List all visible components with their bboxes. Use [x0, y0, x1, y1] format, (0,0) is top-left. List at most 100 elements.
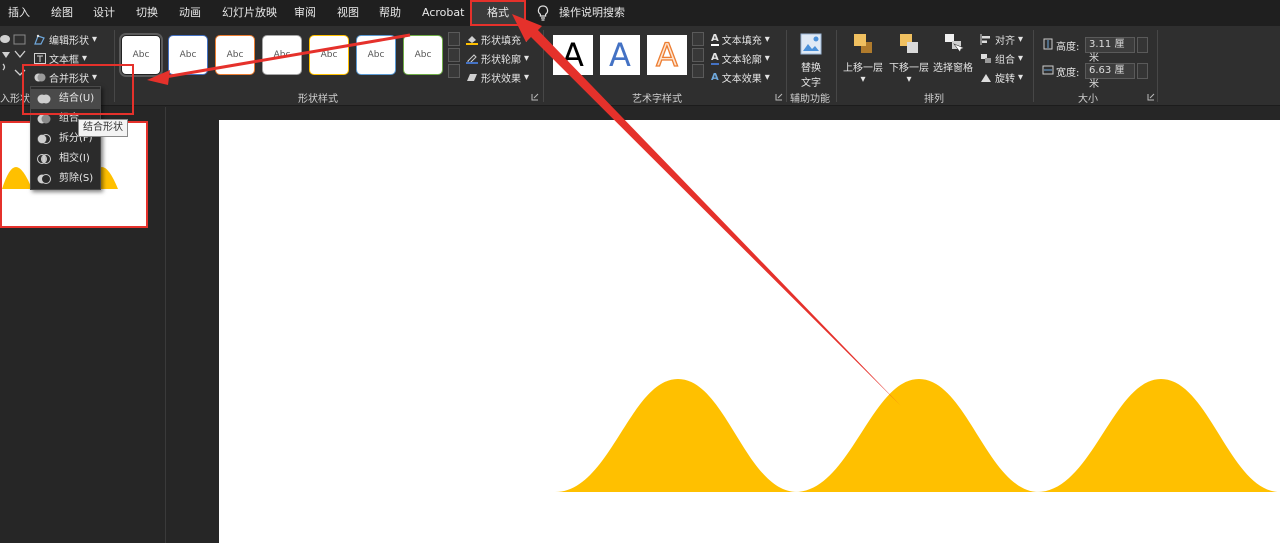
bring-forward-button[interactable]: 上移一层 ▾ — [842, 32, 884, 85]
tab-view[interactable]: 视图 — [337, 0, 359, 26]
shape-style-5[interactable]: Abc — [309, 35, 349, 75]
chevron-down-icon: ▾ — [524, 72, 530, 83]
shape-effects-button[interactable]: 形状效果 ▾ — [466, 70, 529, 85]
align-label: 对齐 — [995, 36, 1015, 47]
shape-style-4[interactable]: Abc — [262, 35, 302, 75]
shape-style-3[interactable]: Abc — [215, 35, 255, 75]
wave-shape — [555, 379, 797, 492]
wordart-style-black[interactable]: A — [553, 35, 593, 75]
shape-style-sample: Abc — [414, 50, 432, 60]
tab-acrobat[interactable]: Acrobat — [422, 0, 464, 26]
tell-me-search[interactable]: 操作说明搜索 — [559, 0, 625, 26]
group-icon — [981, 54, 991, 63]
selection-pane-button[interactable]: 选择窗格 — [932, 32, 974, 74]
tab-slideshow[interactable]: 幻灯片放映 — [222, 0, 277, 26]
alt-text-button[interactable]: 替换 文字 — [794, 32, 828, 89]
tab-draw[interactable]: 绘图 — [51, 0, 73, 26]
fragment-icon — [37, 134, 51, 144]
text-fill-button[interactable]: A 文本填充 ▾ — [711, 32, 770, 47]
text-box-icon — [34, 53, 46, 64]
tab-review[interactable]: 审阅 — [294, 0, 316, 26]
accessibility-group-label: 辅助功能 — [790, 94, 830, 105]
menu-item-subtract[interactable]: 剪除(S) — [31, 169, 100, 189]
gallery-scroll-up[interactable] — [448, 32, 460, 46]
wordart-scroll-up[interactable] — [692, 32, 704, 46]
align-icon — [980, 34, 990, 45]
wave-shape — [795, 379, 1039, 492]
wordart-more[interactable] — [692, 64, 704, 78]
rotate-button[interactable]: 旋转 ▾ — [980, 70, 1023, 85]
lightbulb-icon — [537, 5, 549, 21]
dialog-launcher-icon[interactable] — [1147, 93, 1155, 101]
chevron-down-icon: ▾ — [82, 53, 88, 64]
wordart-style-orange[interactable]: A — [647, 35, 687, 75]
text-outline-label: 文本轮廓 — [721, 55, 762, 66]
shape-outline-button[interactable]: 形状轮廓 ▾ — [466, 51, 529, 66]
height-spinner[interactable] — [1137, 37, 1148, 53]
chevron-down-icon: ▾ — [524, 53, 530, 64]
shape-style-7[interactable]: Abc — [403, 35, 443, 75]
wordart-style-blue[interactable]: A — [600, 35, 640, 75]
size-group-label: 大小 — [1078, 94, 1098, 105]
divider — [1033, 30, 1034, 102]
text-fill-icon: A — [711, 32, 719, 46]
chevron-down-icon: ▾ — [92, 34, 98, 45]
dialog-launcher-icon[interactable] — [531, 93, 539, 101]
shape-style-sample: Abc — [320, 50, 338, 60]
shape-effects-icon — [467, 74, 477, 81]
width-label: 宽度: — [1056, 68, 1080, 79]
text-effects-icon: A — [711, 71, 719, 83]
chevron-down-icon: ▾ — [764, 53, 770, 64]
wordart-scroll-down[interactable] — [692, 48, 704, 62]
chevron-down-icon: ▾ — [860, 74, 866, 85]
shape-style-6[interactable]: Abc — [356, 35, 396, 75]
gallery-more[interactable] — [448, 64, 460, 78]
group-button[interactable]: 组合 ▾ — [980, 51, 1023, 66]
subtract-icon — [37, 174, 51, 184]
text-effects-label: 文本效果 — [721, 74, 762, 85]
slide-canvas[interactable] — [219, 120, 1280, 543]
chevron-down-icon: ▾ — [764, 72, 770, 83]
merge-shapes-highlight-box — [22, 64, 134, 115]
alt-text-icon — [800, 33, 822, 55]
tab-transitions[interactable]: 切换 — [136, 0, 158, 26]
dialog-launcher-icon[interactable] — [775, 93, 783, 101]
selection-pane-label: 选择窗格 — [933, 63, 973, 74]
text-outline-button[interactable]: A 文本轮廓 ▾ — [711, 51, 770, 66]
width-input[interactable]: 6.63 厘米 — [1085, 63, 1135, 90]
rotate-label: 旋转 — [995, 74, 1015, 85]
wave-shape — [1037, 379, 1280, 492]
chevron-down-icon: ▾ — [1018, 72, 1024, 83]
tab-animations[interactable]: 动画 — [179, 0, 201, 26]
align-button[interactable]: 对齐 ▾ — [980, 32, 1023, 47]
gallery-scroll-down[interactable] — [448, 48, 460, 62]
tab-format[interactable]: 格式 — [470, 0, 526, 26]
text-effects-button[interactable]: A 文本效果 ▾ — [711, 70, 770, 85]
shape-style-2[interactable]: Abc — [168, 35, 208, 75]
edit-shape-button[interactable]: 编辑形状 ▾ — [34, 32, 97, 47]
alt-text-label-1: 替换 — [801, 63, 821, 74]
bring-forward-icon — [854, 34, 872, 53]
selection-pane-icon — [945, 34, 965, 53]
chevron-down-icon: ▾ — [906, 74, 912, 85]
height-label: 高度: — [1056, 42, 1080, 53]
chevron-down-icon: ▾ — [764, 34, 770, 45]
tab-insert[interactable]: 插入 — [8, 0, 30, 26]
shape-style-sample: Abc — [367, 50, 385, 60]
divider — [1157, 30, 1158, 102]
divider — [543, 30, 544, 102]
tab-help[interactable]: 帮助 — [379, 0, 401, 26]
wave-shapes[interactable] — [555, 375, 1280, 495]
tab-design[interactable]: 设计 — [93, 0, 115, 26]
text-fill-label: 文本填充 — [721, 36, 762, 47]
menu-item-intersect[interactable]: 相交(I) — [31, 149, 100, 169]
width-spinner[interactable] — [1137, 63, 1148, 79]
width-icon — [1042, 65, 1054, 75]
shape-fill-button[interactable]: 形状填充 ▾ — [466, 32, 529, 47]
send-backward-button[interactable]: 下移一层 ▾ — [888, 32, 930, 85]
menu-bar: 插入 绘图 设计 切换 动画 幻灯片放映 审阅 视图 帮助 Acrobat 格式… — [0, 0, 1280, 26]
menu-item-label: 剪除(S) — [59, 173, 94, 184]
height-input[interactable]: 3.11 厘米 — [1085, 37, 1135, 64]
divider — [786, 30, 787, 102]
shape-fill-label: 形状填充 — [481, 36, 521, 47]
